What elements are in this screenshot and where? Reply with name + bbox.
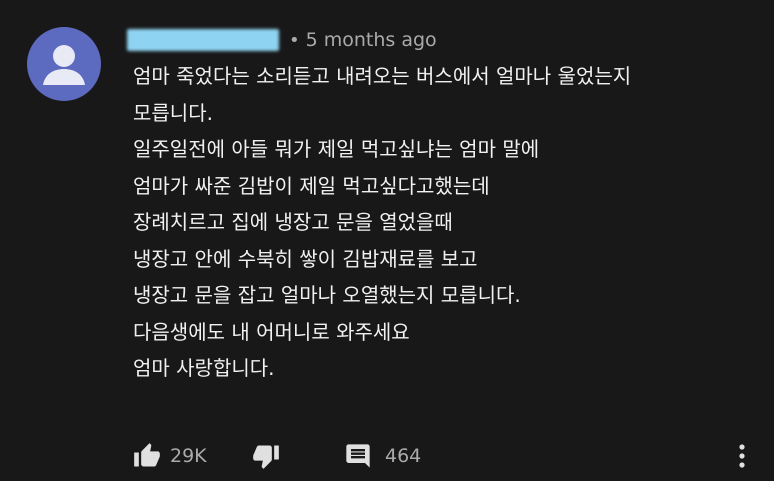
like-button[interactable]: 29K [133,440,207,472]
comment-line: 냉장고 안에 수북히 쌓이 김밥재료를 보고 [133,246,478,271]
avatar[interactable] [27,27,101,101]
reply-count: 464 [385,445,422,467]
comment-header: • 5 months ago [127,26,437,54]
more-button[interactable] [733,442,751,474]
thumb-up-icon [134,443,160,467]
separator-dot: • [289,29,300,51]
comment-icon [346,444,370,468]
comment-line: 냉장고 문을 잡고 얼마나 오열했는지 모릅니다. [133,283,521,307]
dislike-button[interactable] [252,440,280,472]
comment-timestamp[interactable]: 5 months ago [306,29,437,51]
thumb-down-icon [253,445,279,469]
comment-line: 엄마가 싸준 김밥이 제일 먹고싶다고했는데 [133,173,490,198]
comment-line: 장례치르고 집에 냉장고 문을 열었을때 [133,210,453,234]
comment-actions: 29K 464 [133,440,753,472]
more-vertical-icon [739,444,745,468]
comment-line: 일주일전에 아들 뭐가 제일 먹고싶냐는 엄마 말에 [133,137,540,161]
comment-line: 모릅니다. [133,100,213,125]
comment-body: 엄마 죽었다는 소리듣고 내려오는 버스에서 얼마나 울었는지 모릅니다. 일주… [133,58,753,387]
redacted-username[interactable] [127,29,279,51]
reply-button[interactable]: 464 [344,440,421,472]
comment-line: 엄마 죽었다는 소리듣고 내려오는 버스에서 얼마나 울었는지 [133,64,632,88]
comment-line: 다음생에도 내 어머니로 와주세요 [133,319,410,344]
like-count: 29K [170,445,207,467]
comment-line: 엄마 사랑합니다. [133,356,275,380]
default-avatar-icon [43,45,85,85]
